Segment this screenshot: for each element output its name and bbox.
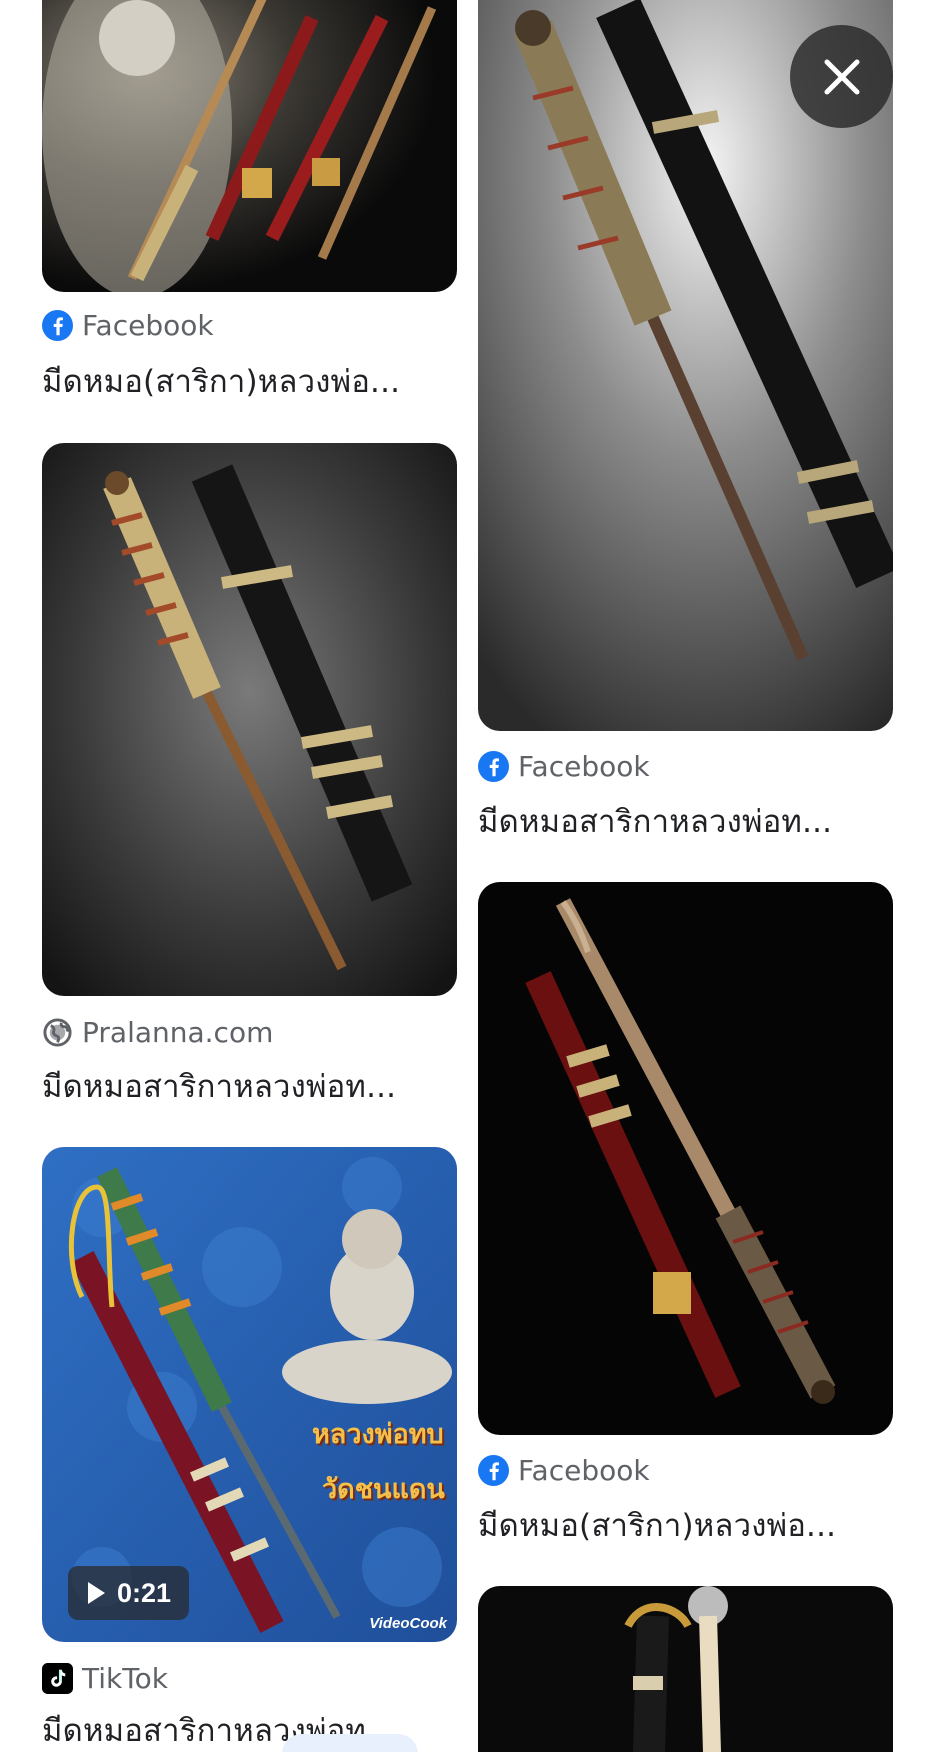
result-thumbnail[interactable] [42, 0, 457, 292]
result-thumbnail[interactable] [42, 443, 457, 996]
result-source[interactable]: TikTok [42, 1660, 168, 1696]
video-duration: 0:21 [117, 1577, 172, 1608]
result-title[interactable]: มีดหมอ(สาริกา)หลวงพ่อ... [42, 356, 457, 406]
result-source-label: Facebook [82, 308, 214, 342]
result-thumbnail[interactable] [478, 882, 893, 1435]
video-watermark: VideoCook [369, 1615, 447, 1632]
result-title[interactable]: มีดหมอสาริกาหลวงพ่อท... [478, 796, 893, 846]
image-text-line1: หลวงพ่อทบ [312, 1419, 444, 1450]
tiktok-icon [42, 1662, 73, 1694]
result-source-label: Pralanna.com [82, 1015, 274, 1049]
facebook-icon [42, 309, 73, 341]
image-text-line2: วัดชนแดน [322, 1474, 445, 1505]
result-source[interactable]: Facebook [478, 748, 650, 784]
play-icon [88, 1582, 105, 1604]
close-icon [824, 59, 859, 94]
facebook-icon [478, 750, 509, 782]
close-button[interactable] [790, 25, 893, 128]
result-source-label: Facebook [518, 1453, 650, 1487]
facebook-icon [478, 1454, 509, 1486]
result-source[interactable]: Pralanna.com [42, 1014, 273, 1050]
video-duration-badge: 0:21 [68, 1566, 190, 1620]
result-thumbnail[interactable]: หลวงพ่อทบ วัดชนแดน VideoCook 0:21 [42, 1147, 457, 1642]
result-source-label: TikTok [82, 1661, 168, 1695]
result-title[interactable]: มีดหมอ(สาริกา)หลวงพ่อ... [478, 1500, 893, 1550]
result-thumbnail[interactable] [478, 1586, 893, 1752]
bottom-nav-pill[interactable] [282, 1734, 418, 1752]
result-title[interactable]: มีดหมอสาริกาหลวงพ่อท... [42, 1061, 457, 1111]
result-source[interactable]: Facebook [42, 307, 214, 343]
result-source-label: Facebook [518, 749, 650, 783]
globe-icon [42, 1017, 73, 1048]
result-source[interactable]: Facebook [478, 1452, 650, 1488]
image-results-page: Facebook มีดหมอ(สาริกา)หลวงพ่อ... Pralan… [0, 0, 935, 1752]
image-overlay-text: หลวงพ่อทบ วัดชนแดน [312, 1412, 445, 1510]
